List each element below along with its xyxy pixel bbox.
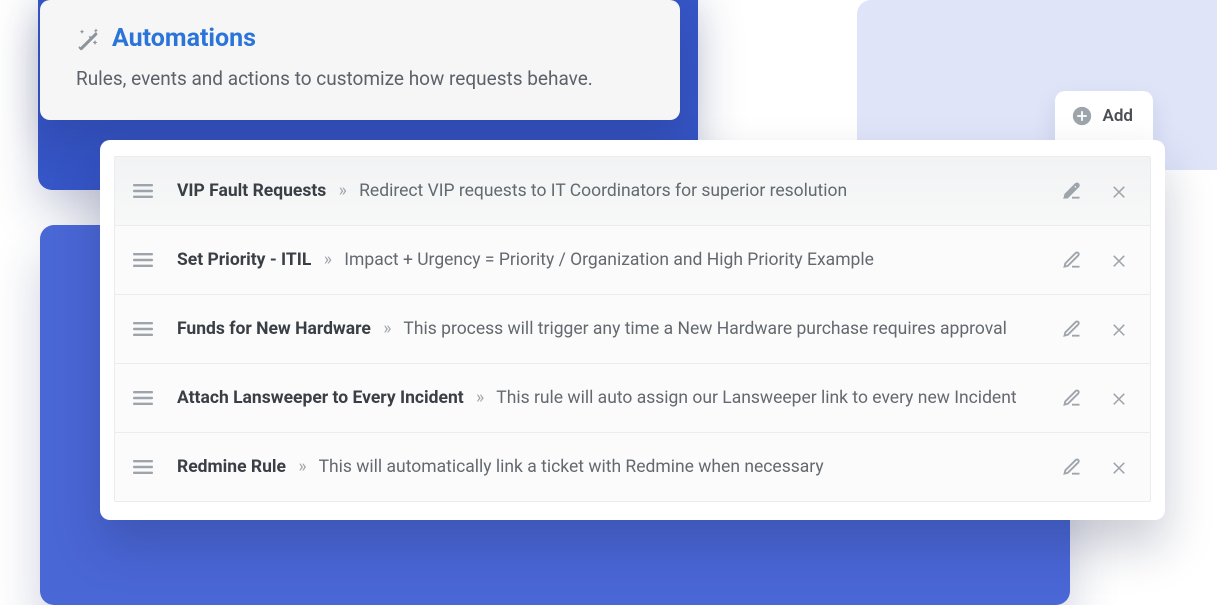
rule-description: This will automatically link a ticket wi…: [319, 457, 824, 477]
rule-separator: »: [375, 319, 399, 339]
rule-text: VIP Fault Requests » Redirect VIP reques…: [177, 181, 1044, 201]
delete-icon[interactable]: [1110, 389, 1128, 407]
drag-handle-icon[interactable]: [133, 459, 153, 475]
rule-separator: »: [331, 181, 355, 201]
rule-row[interactable]: Funds for New Hardware » This process wi…: [114, 294, 1151, 364]
edit-icon[interactable]: [1062, 457, 1082, 477]
delete-icon[interactable]: [1110, 182, 1128, 200]
rule-text: Attach Lansweeper to Every Incident » Th…: [177, 388, 1044, 408]
rule-row[interactable]: VIP Fault Requests » Redirect VIP reques…: [114, 156, 1151, 226]
page-subtitle: Rules, events and actions to customize h…: [76, 67, 644, 90]
drag-handle-icon[interactable]: [133, 252, 153, 268]
wand-icon: [76, 27, 100, 51]
delete-icon[interactable]: [1110, 251, 1128, 269]
rule-name: VIP Fault Requests: [177, 181, 326, 201]
edit-icon[interactable]: [1062, 388, 1082, 408]
drag-handle-icon[interactable]: [133, 321, 153, 337]
rule-row[interactable]: Attach Lansweeper to Every Incident » Th…: [114, 363, 1151, 433]
rule-separator: »: [316, 250, 340, 270]
page-title: Automations: [112, 24, 256, 53]
automations-list: VIP Fault Requests » Redirect VIP reques…: [100, 140, 1165, 520]
header-card: Automations Rules, events and actions to…: [40, 0, 680, 120]
delete-icon[interactable]: [1110, 320, 1128, 338]
edit-icon[interactable]: [1062, 319, 1082, 339]
drag-handle-icon[interactable]: [133, 183, 153, 199]
delete-icon[interactable]: [1110, 458, 1128, 476]
rule-text: Set Priority - ITIL » Impact + Urgency =…: [177, 250, 1044, 270]
rule-row[interactable]: Set Priority - ITIL » Impact + Urgency =…: [114, 225, 1151, 295]
rule-text: Redmine Rule » This will automatically l…: [177, 457, 1044, 477]
rule-description: This rule will auto assign our Lansweepe…: [496, 388, 1016, 408]
rule-text: Funds for New Hardware » This process wi…: [177, 319, 1044, 339]
rule-description: Redirect VIP requests to IT Coordinators…: [359, 181, 847, 201]
edit-icon[interactable]: [1062, 181, 1082, 201]
plus-circle-icon: [1071, 105, 1093, 127]
rule-name: Funds for New Hardware: [177, 319, 371, 339]
rule-name: Attach Lansweeper to Every Incident: [177, 388, 464, 408]
rule-description: Impact + Urgency = Priority / Organizati…: [344, 250, 874, 270]
rule-separator: »: [290, 457, 314, 477]
add-button-label: Add: [1103, 106, 1134, 126]
rule-separator: »: [468, 388, 492, 408]
edit-icon[interactable]: [1062, 250, 1082, 270]
rule-name: Set Priority - ITIL: [177, 250, 311, 270]
add-button[interactable]: Add: [1055, 91, 1154, 141]
rule-description: This process will trigger any time a New…: [403, 319, 1007, 339]
rule-row[interactable]: Redmine Rule » This will automatically l…: [114, 432, 1151, 502]
drag-handle-icon[interactable]: [133, 390, 153, 406]
rule-name: Redmine Rule: [177, 457, 286, 477]
